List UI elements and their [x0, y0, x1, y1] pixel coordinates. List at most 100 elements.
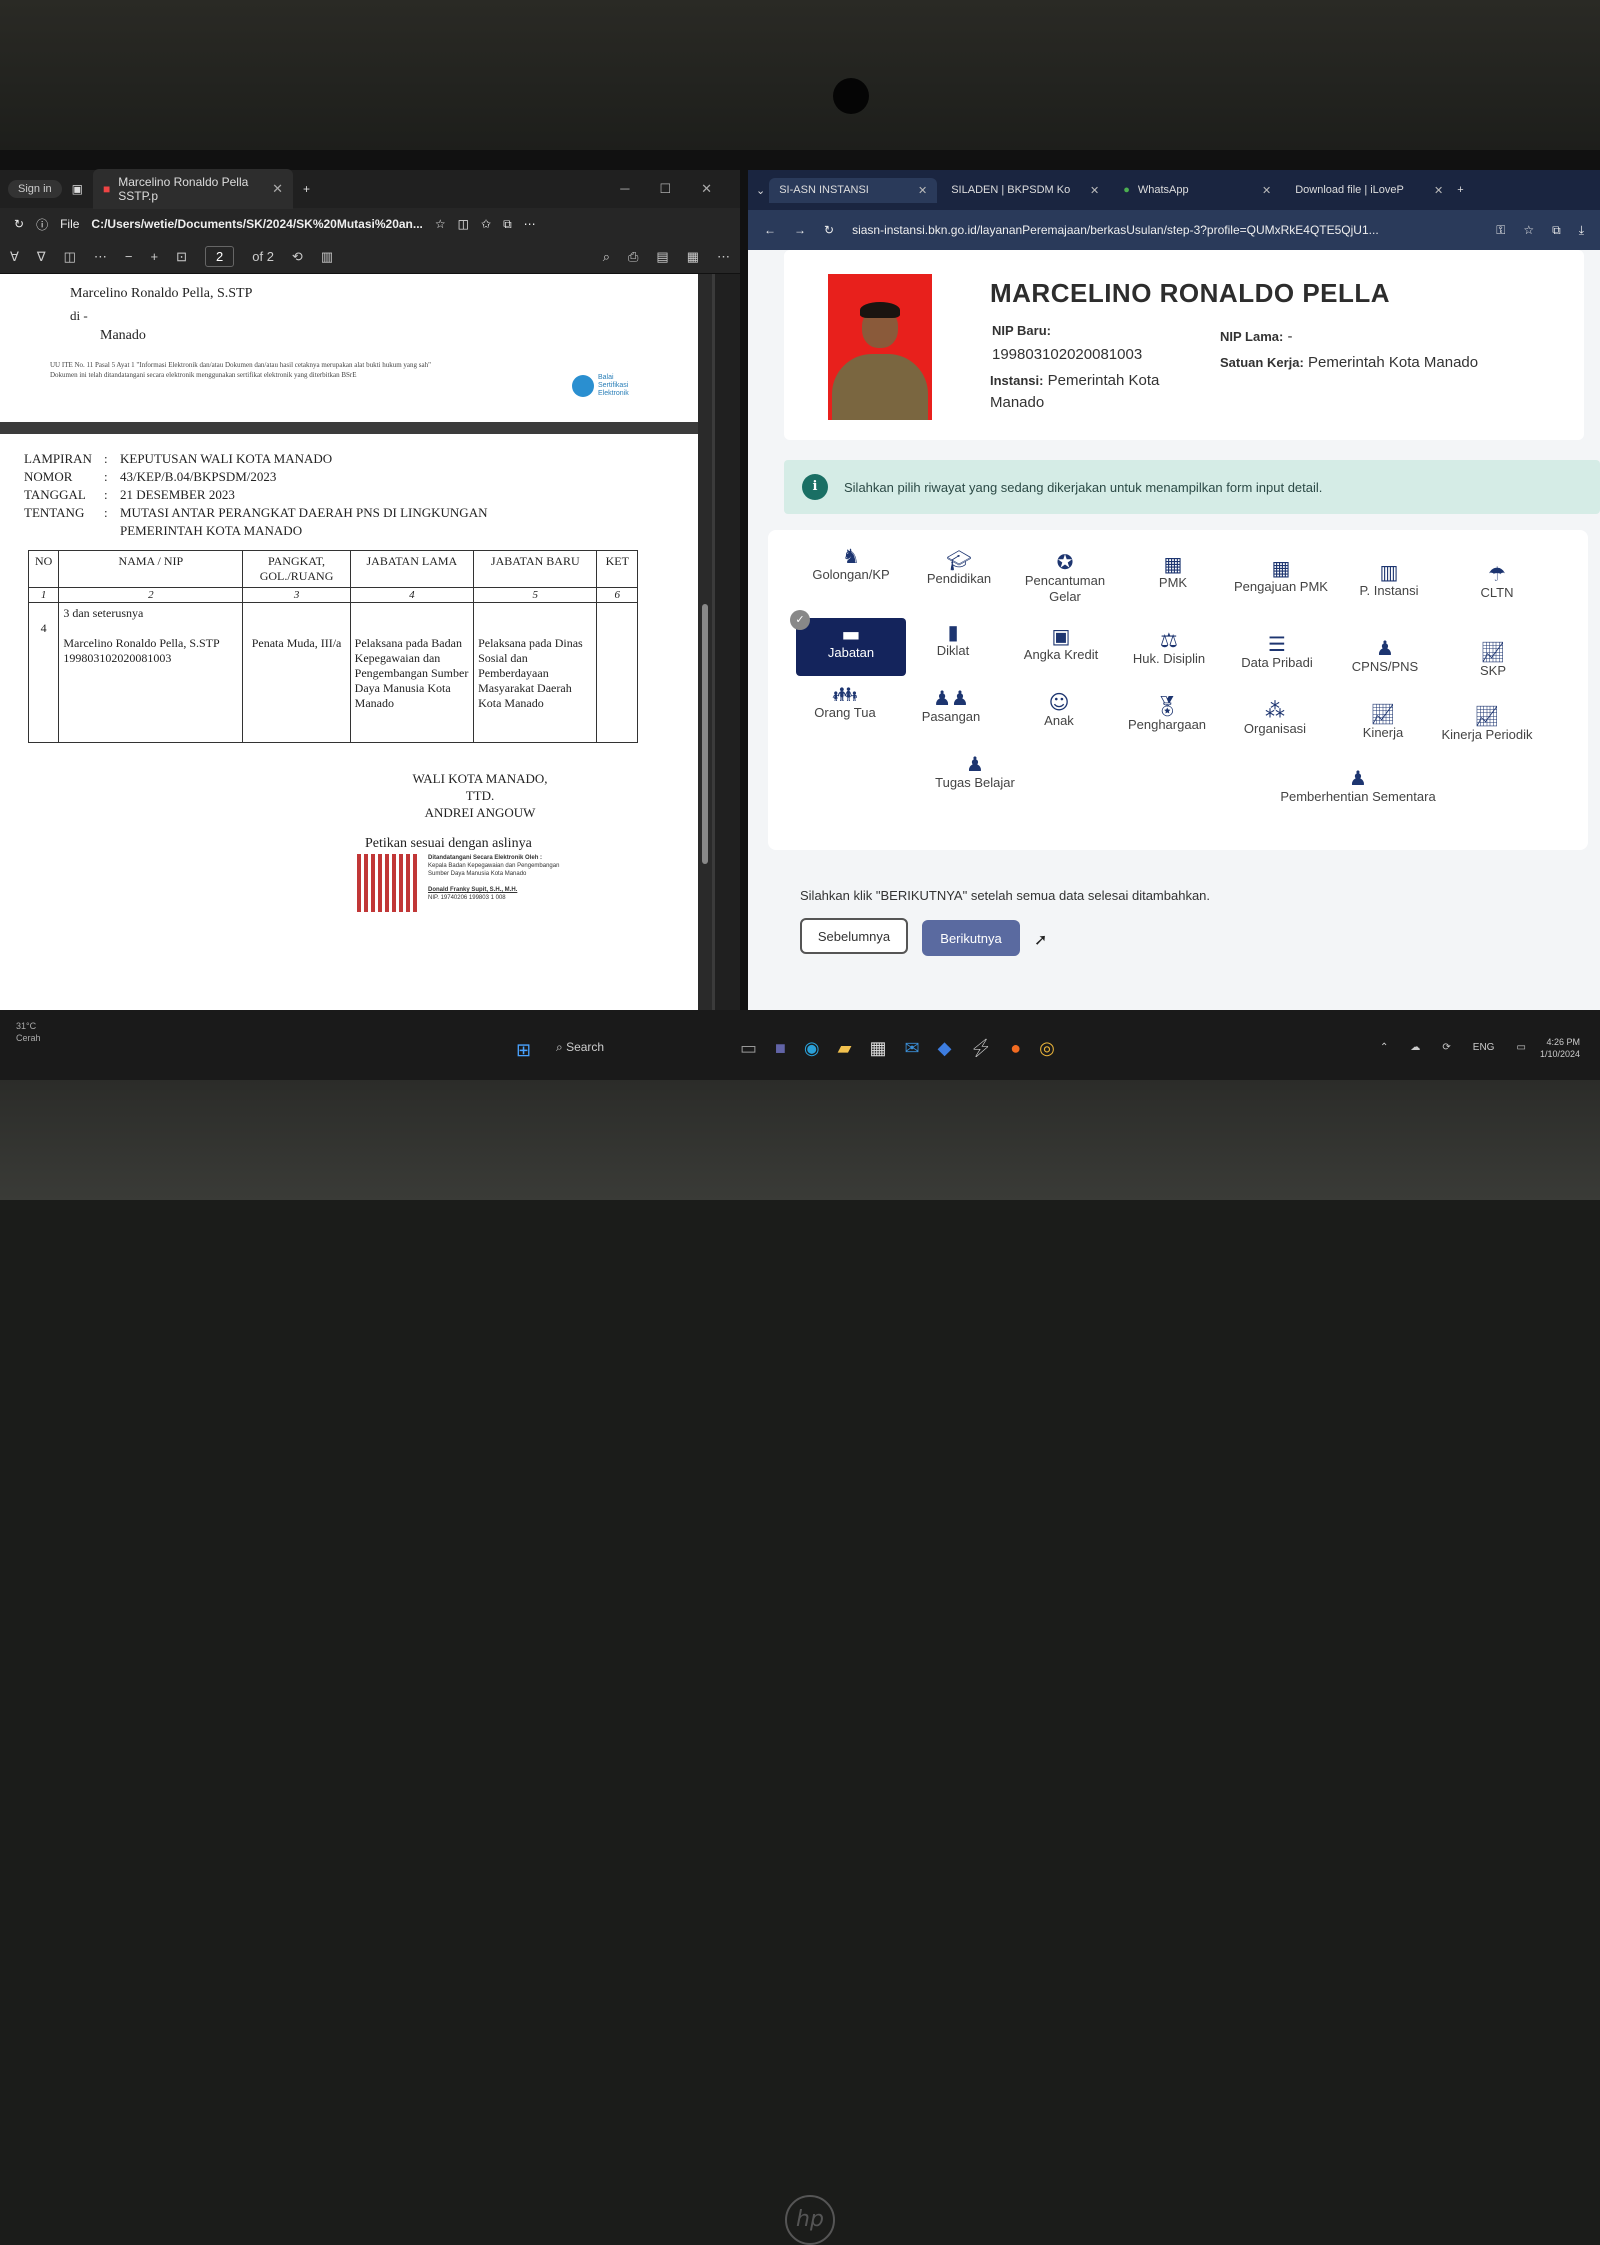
collections-icon[interactable]: ⧉ [503, 217, 512, 232]
menu-kinerja-periodik[interactable]: 📈︎ Kinerja Periodik [1432, 706, 1542, 743]
menu-pasangan[interactable]: ♟♟ Pasangan [896, 688, 1006, 725]
signin-button[interactable]: Sign in [8, 180, 62, 198]
firefox-icon[interactable]: ● [1010, 1038, 1021, 1059]
network-icon[interactable]: ▭ [1516, 1042, 1525, 1053]
taskbar-search[interactable]: ⌕ Search [556, 1040, 604, 1055]
menu-pencantuman-gelar[interactable]: ✪ Pencantuman Gelar [1010, 552, 1120, 605]
menu-pendidikan[interactable]: 🎓︎ Pendidikan [904, 550, 1014, 587]
menu-penghargaan[interactable]: 🏅︎ Penghargaan [1112, 696, 1222, 733]
clock[interactable]: 4:26 PM 1/10/2024 [1540, 1036, 1580, 1060]
pdf-icon: ■ [102, 182, 111, 196]
search-icon[interactable]: ⌕ [603, 249, 610, 265]
file-label: File [60, 217, 80, 231]
menu-organisasi[interactable]: ⁂ Organisasi [1220, 700, 1330, 737]
col-header: JABATAN BARU [473, 550, 598, 588]
favorites-icon[interactable]: ✩ [481, 217, 491, 231]
menu-anak[interactable]: ☺ Anak [1004, 692, 1114, 729]
split-icon[interactable]: ◫ [458, 217, 469, 231]
chevron-up-icon[interactable]: ⌃ [1380, 1042, 1388, 1053]
menu-huk-disiplin[interactable]: ⚖ Huk. Disiplin [1114, 630, 1224, 667]
close-tab-icon[interactable]: ✕ [1262, 184, 1271, 197]
menu-tugas-belajar[interactable]: ♟ Tugas Belajar [920, 754, 1030, 791]
menu-cltn[interactable]: ☂ CLTN [1442, 564, 1552, 601]
language-indicator[interactable]: ENG [1473, 1042, 1495, 1053]
more-icon[interactable]: ⋯ [524, 217, 536, 231]
tab-ilovepdf[interactable]: Download file | iLoveP ✕ [1285, 178, 1453, 203]
close-tab-icon[interactable]: ✕ [1090, 184, 1099, 197]
bookmark-star-icon[interactable]: ☆ [1523, 223, 1534, 237]
extensions-icon[interactable]: ⧉ [1552, 223, 1561, 238]
tab-pdf-document[interactable]: ■ Marcelino Ronaldo Pella SSTP.p ✕ [92, 169, 293, 209]
weather-widget[interactable]: 31°C Cerah [16, 1020, 41, 1044]
task-view-icon[interactable]: ▭ [740, 1038, 757, 1059]
file-explorer-icon[interactable]: ▰ [838, 1038, 852, 1059]
menu-orang-tua[interactable]: 👪︎ Orang Tua [790, 684, 900, 721]
close-tab-icon[interactable]: ✕ [272, 181, 283, 197]
menu-jabatan[interactable]: ✓ ▬ Jabatan [790, 610, 906, 676]
onedrive-icon[interactable]: ☁ [1410, 1042, 1420, 1053]
pdf-document-view[interactable]: Marcelino Ronaldo Pella, S.STP di - Mana… [0, 274, 715, 1020]
tab-actions-icon[interactable]: ▣ [72, 182, 83, 196]
new-tab-icon[interactable]: + [303, 182, 310, 196]
menu-skp[interactable]: 📈︎ SKP [1438, 642, 1548, 679]
rotate-icon[interactable]: ⟲ [292, 249, 303, 265]
refresh-icon[interactable]: ↻ [14, 217, 24, 231]
menu-cpns-pns[interactable]: ♟ CPNS/PNS [1330, 638, 1440, 675]
print-icon[interactable]: ⎙ [628, 249, 638, 265]
windows-start-icon[interactable]: ⊞ [516, 1040, 536, 1060]
download-icon[interactable]: ⤓ [1579, 223, 1584, 238]
page-number-input[interactable]: 2 [205, 246, 235, 267]
tab-siasn[interactable]: SI-ASN INSTANSI ✕ [769, 177, 938, 203]
menu-pemberhentian-sementara[interactable]: ♟ Pemberhentian Sementara [1268, 768, 1448, 805]
draw-icon[interactable]: ∇ [37, 249, 46, 265]
close-window-icon[interactable]: ✕ [701, 181, 712, 197]
sync-icon[interactable]: ⟳ [1442, 1042, 1450, 1053]
mail-icon[interactable]: ✉ [904, 1038, 919, 1059]
forward-icon[interactable]: → [794, 223, 806, 237]
tab-list-icon[interactable]: ⌄ [756, 184, 765, 197]
url-input[interactable]: siasn-instansi.bkn.go.id/layananPeremaja… [852, 223, 1478, 237]
highlight-icon[interactable]: ∀ [10, 249, 19, 265]
menu-pengajuan-pmk[interactable]: ▦ Pengajuan PMK [1226, 558, 1336, 595]
menu-p-instansi[interactable]: ▥ P. Instansi [1334, 562, 1444, 599]
info-icon[interactable]: ⓘ [36, 216, 48, 233]
save-as-icon[interactable]: ▦ [687, 249, 699, 265]
chrome-icon[interactable]: ◎ [1039, 1038, 1055, 1059]
new-tab-icon[interactable]: + [1457, 184, 1463, 196]
menu-kinerja[interactable]: 📈︎ Kinerja [1328, 704, 1438, 741]
pdf-scrollbar[interactable] [698, 274, 712, 1020]
back-icon[interactable]: ← [764, 223, 776, 237]
password-key-icon[interactable]: ⚿ [1496, 223, 1505, 238]
maximize-icon[interactable]: ☐ [659, 181, 671, 197]
minimize-icon[interactable]: ─ [620, 181, 629, 197]
previous-button[interactable]: Sebelumnya [800, 918, 908, 954]
tab-whatsapp[interactable]: ● WhatsApp ✕ [1113, 178, 1281, 203]
close-tab-icon[interactable]: ✕ [1434, 184, 1443, 197]
fit-page-icon[interactable]: ⊡ [176, 249, 187, 265]
page-view-icon[interactable]: ▥ [321, 249, 333, 265]
scroll-thumb[interactable] [702, 604, 708, 864]
settings-more-icon[interactable]: ⋯ [717, 249, 730, 265]
teams-icon[interactable]: ■ [775, 1038, 786, 1059]
save-icon[interactable]: ▤ [656, 249, 668, 265]
menu-golongan[interactable]: ♞ Golongan/KP [796, 546, 906, 583]
menu-pmk[interactable]: ▦ PMK [1118, 554, 1228, 591]
dropbox-icon[interactable]: ◆ [938, 1038, 952, 1059]
more-tools-icon[interactable]: ⋯ [94, 249, 107, 265]
next-button[interactable]: Berikutnya [922, 920, 1020, 956]
erase-icon[interactable]: ◫ [64, 249, 76, 265]
col-number: 5 [473, 587, 598, 603]
file-path[interactable]: C:/Users/wetie/Documents/SK/2024/SK%20Mu… [91, 217, 422, 231]
app-icon[interactable]: ⚡ [969, 1038, 992, 1059]
menu-diklat[interactable]: ▮ Diklat [898, 622, 1008, 659]
reload-icon[interactable]: ↻ [824, 223, 834, 237]
zoom-in-icon[interactable]: + [151, 249, 159, 264]
store-icon[interactable]: ▦ [869, 1038, 886, 1059]
favorite-icon[interactable]: ☆ [435, 217, 446, 231]
menu-data-pribadi[interactable]: ☰ Data Pribadi [1222, 634, 1332, 671]
zoom-out-icon[interactable]: − [125, 249, 133, 264]
close-tab-icon[interactable]: ✕ [918, 184, 927, 197]
edge-icon[interactable]: ◉ [804, 1038, 820, 1059]
tab-siladen[interactable]: SILADEN | BKPSDM Ko ✕ [941, 178, 1109, 203]
menu-angka-kredit[interactable]: ▣ Angka Kredit [1006, 626, 1116, 663]
